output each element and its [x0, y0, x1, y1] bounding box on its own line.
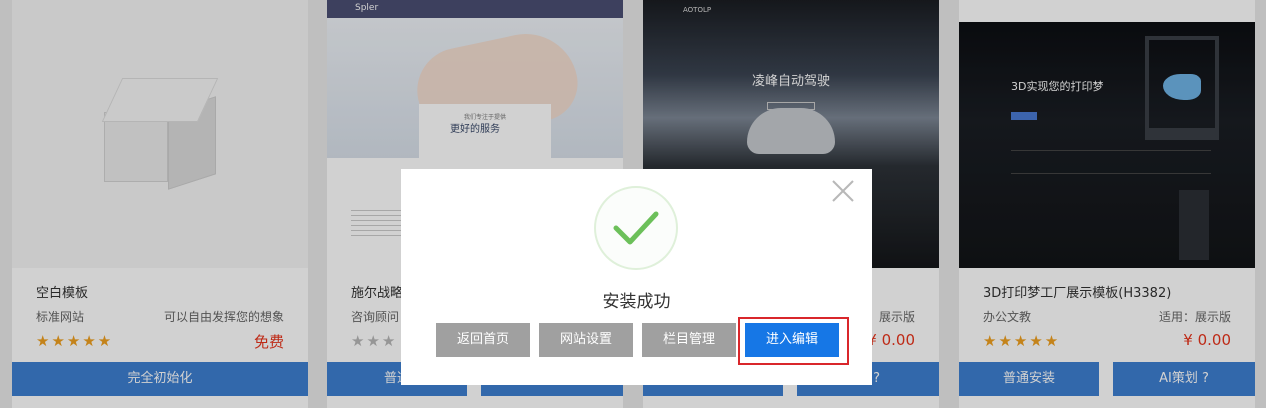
back-home-button[interactable]: 返回首页: [436, 323, 530, 357]
highlight-frame: [738, 317, 849, 365]
install-success-dialog: 安装成功 返回首页 网站设置 栏目管理 进入编辑: [401, 169, 872, 385]
column-manage-button[interactable]: 栏目管理: [642, 323, 736, 357]
success-badge: [594, 186, 678, 270]
site-settings-button[interactable]: 网站设置: [539, 323, 633, 357]
dialog-title: 安装成功: [602, 292, 671, 312]
close-icon[interactable]: [829, 177, 857, 205]
check-icon: [613, 211, 659, 245]
